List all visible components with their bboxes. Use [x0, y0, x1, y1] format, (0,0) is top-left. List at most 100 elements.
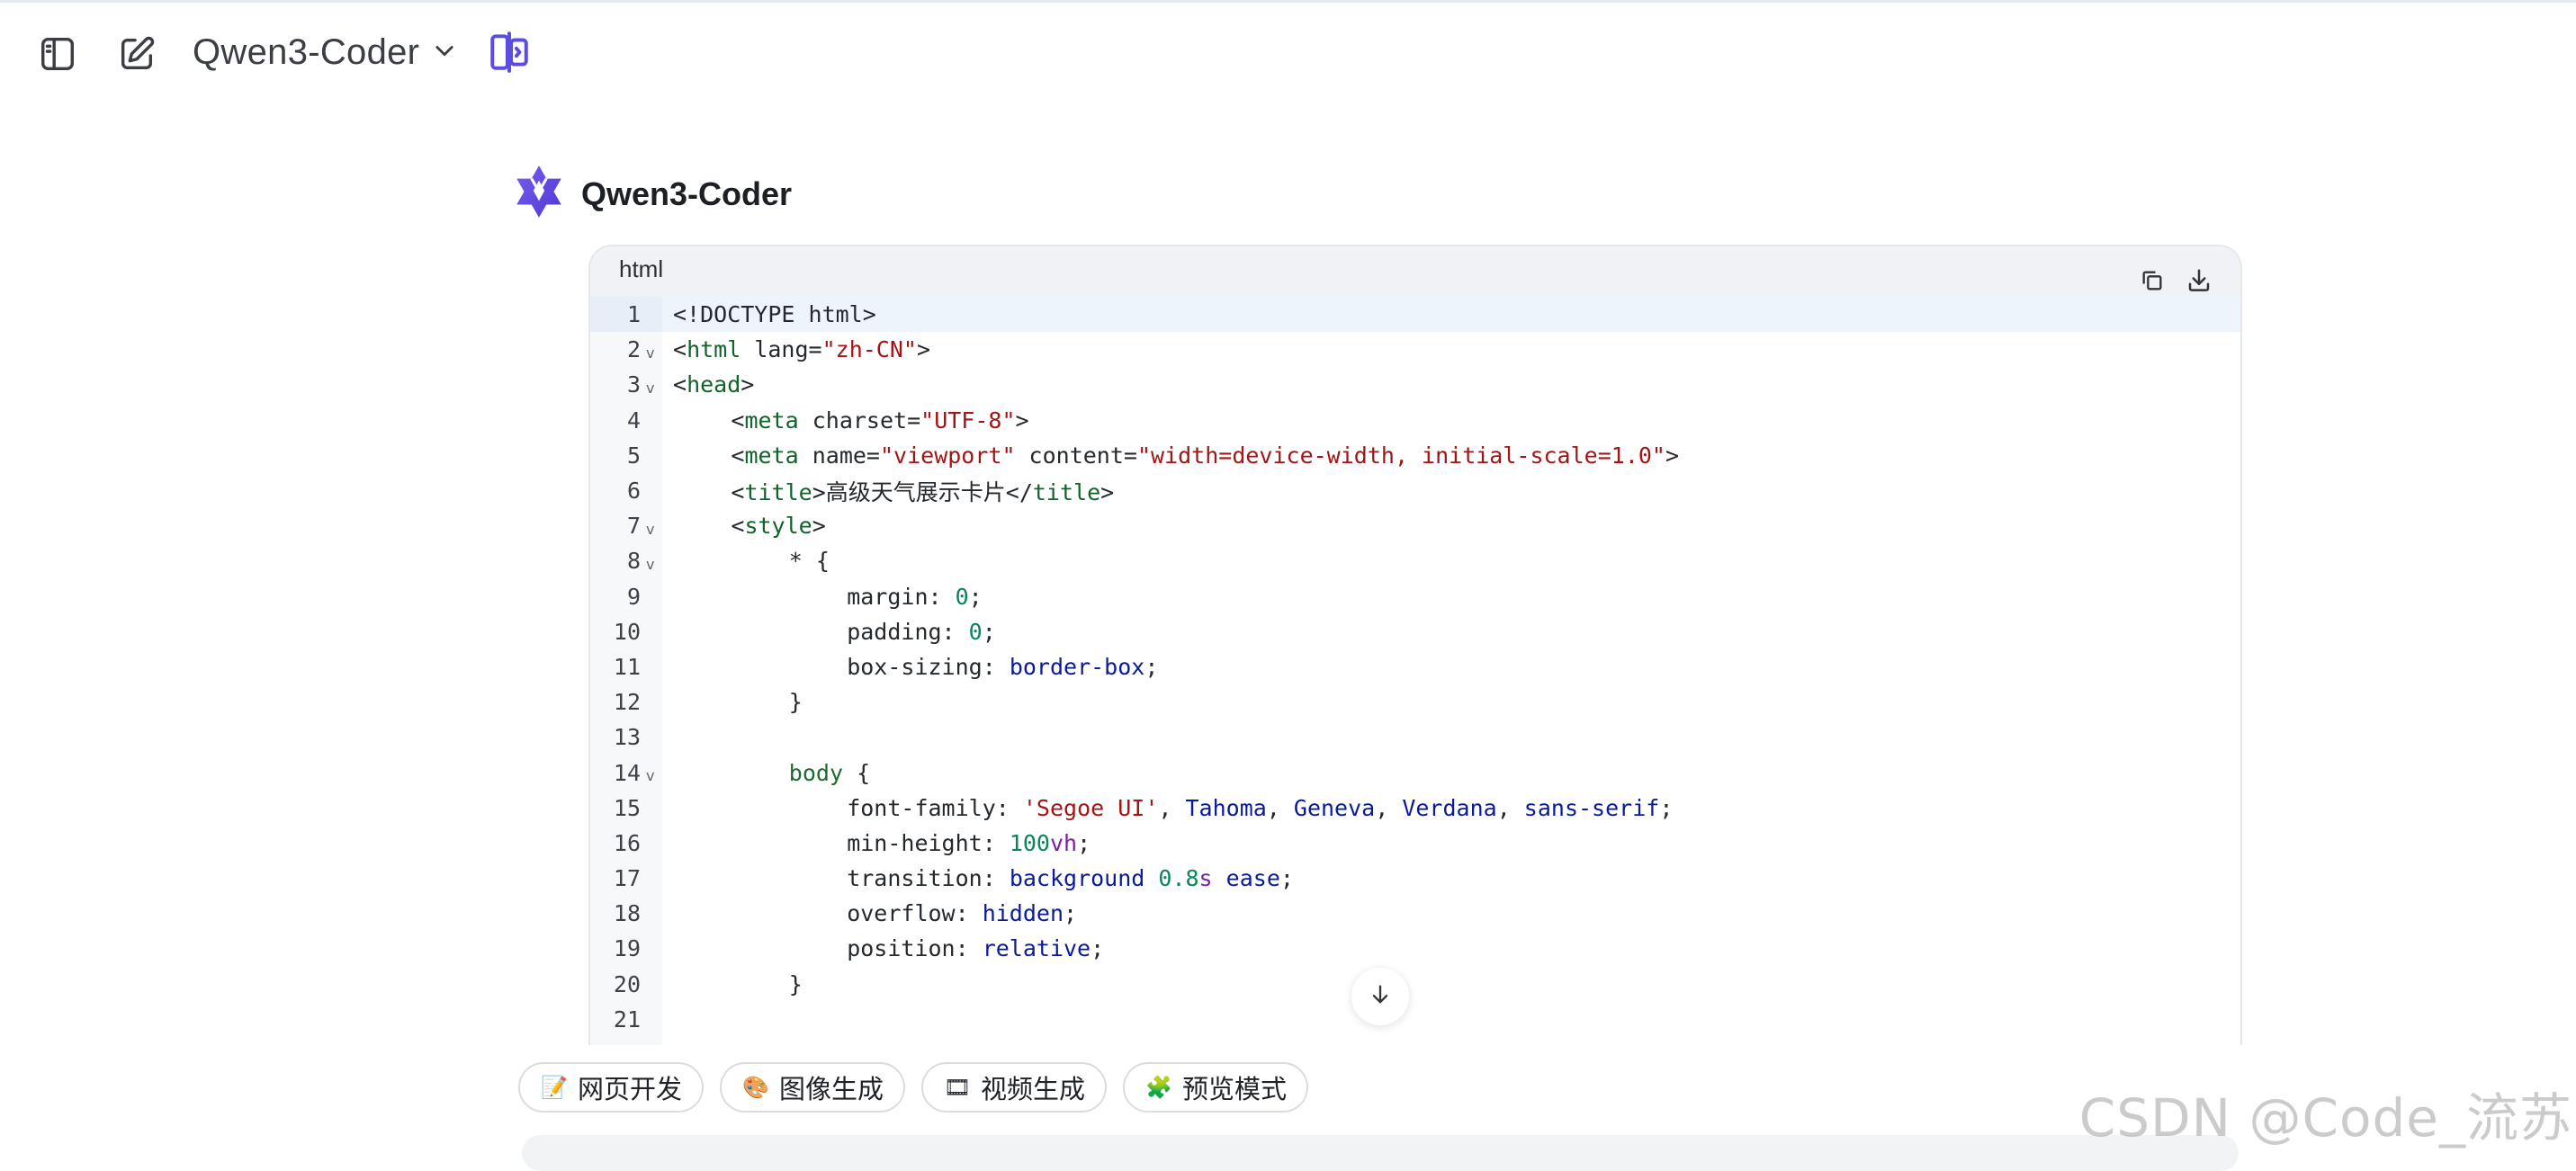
code-token: 0.8	[1158, 865, 1199, 892]
line-number: 10	[613, 618, 641, 645]
code-token: {	[843, 759, 871, 786]
code-token: meta	[744, 407, 799, 434]
code-text: box-sizing: border-box;	[673, 654, 1158, 680]
sidebar-toggle-button[interactable]	[32, 31, 83, 81]
code-token: overflow:	[847, 900, 983, 927]
model-selector[interactable]: Qwen3-Coder	[193, 29, 457, 76]
code-token: Geneva	[1293, 794, 1376, 821]
code-text: position: relative;	[673, 935, 1104, 961]
code-token: relative	[982, 935, 1091, 962]
code-token: box-sizing:	[847, 653, 1010, 680]
qwen-logo-icon	[509, 162, 569, 226]
code-token: >	[1100, 478, 1115, 505]
line-number: 7	[626, 513, 641, 540]
code-token: ,	[1375, 794, 1403, 821]
chip-image-gen[interactable]: 🎨 图像生成	[720, 1062, 906, 1113]
code-text: <meta charset="UTF-8">	[673, 407, 1029, 434]
code-token: ;	[982, 618, 996, 645]
copy-code-button[interactable]	[2134, 264, 2170, 300]
code-text: min-height: 100vh;	[673, 830, 1091, 856]
edit-icon	[116, 33, 157, 79]
line-number: 20	[613, 970, 641, 997]
code-editor[interactable]: 1 <!DOCTYPE html> 2 v <html lang="zh-CN"> 3 v <…	[590, 297, 2240, 1045]
chat-input-box[interactable]	[522, 1135, 2239, 1171]
fold-chevron-icon[interactable]: v	[646, 767, 654, 784]
code-token: ;	[1279, 865, 1294, 892]
palette-icon: 🎨	[742, 1075, 769, 1100]
code-token: meta	[744, 442, 799, 469]
code-text: }	[673, 971, 803, 997]
code-token: title	[1032, 478, 1101, 505]
copy-icon	[2140, 268, 2165, 298]
fold-chevron-icon[interactable]: v	[646, 556, 654, 573]
code-token: html	[687, 336, 741, 363]
code-line: 1 <!DOCTYPE html>	[590, 297, 2240, 332]
puzzle-icon: 🧩	[1145, 1075, 1172, 1100]
code-token: min-height:	[847, 829, 1010, 856]
compare-models-button[interactable]	[482, 27, 536, 81]
code-token: >	[812, 513, 826, 540]
new-chat-button[interactable]	[112, 31, 162, 81]
line-number: 2	[626, 336, 641, 363]
chip-video-gen[interactable]: 🎞 视频生成	[921, 1062, 1108, 1113]
code-line: 2 v <html lang="zh-CN">	[590, 332, 2240, 367]
code-token: hidden	[982, 900, 1064, 927]
chip-web-dev[interactable]: 📝 网页开发	[518, 1062, 705, 1113]
code-token: "viewport"	[879, 442, 1016, 469]
memo-icon: 📝	[541, 1075, 568, 1100]
code-line: 21	[590, 1002, 2240, 1037]
code-line: 8 v * {	[590, 543, 2240, 578]
code-token: position:	[847, 935, 983, 962]
code-line: 15 font-family: 'Segoe UI', Tahoma, Genev…	[590, 791, 2240, 826]
fold-chevron-icon[interactable]: v	[646, 344, 654, 362]
line-number: 15	[613, 794, 641, 821]
code-token: content=	[1015, 442, 1137, 469]
line-number: 18	[613, 900, 641, 927]
code-token: >	[1015, 407, 1029, 434]
fold-chevron-icon[interactable]: v	[646, 521, 654, 538]
code-token: ;	[1144, 653, 1159, 680]
chip-label: 图像生成	[779, 1076, 884, 1104]
code-line: 13	[590, 720, 2240, 755]
code-text: }	[673, 689, 803, 715]
code-language-label: html	[619, 255, 664, 282]
code-text: <html lang="zh-CN">	[673, 336, 930, 362]
code-text: <head>	[673, 371, 754, 398]
code-line: 7 v <style>	[590, 508, 2240, 543]
code-token: ,	[1158, 794, 1186, 821]
code-token: >	[1665, 442, 1680, 469]
line-number: 13	[613, 724, 641, 751]
chip-label: 视频生成	[981, 1076, 1086, 1104]
code-token: <	[731, 442, 745, 469]
code-token: ease	[1225, 865, 1280, 892]
code-text: font-family: 'Segoe UI', Tahoma, Geneva,…	[673, 795, 1673, 821]
code-line: 16 min-height: 100vh;	[590, 826, 2240, 861]
code-text: <style>	[673, 513, 826, 540]
code-token: >高级天气展示卡片</	[812, 478, 1033, 505]
code-text: padding: 0;	[673, 619, 996, 645]
scroll-to-bottom-button[interactable]	[1351, 968, 1409, 1025]
code-line: 9 margin: 0;	[590, 579, 2240, 614]
code-line: 17 transition: background 0.8s ease;	[590, 861, 2240, 896]
chip-preview-mode[interactable]: 🧩 预览模式	[1123, 1062, 1309, 1113]
line-number: 12	[613, 689, 641, 716]
code-token: body	[788, 759, 844, 786]
code-token: <	[673, 371, 687, 398]
line-number: 21	[613, 1006, 641, 1032]
code-token: margin:	[847, 583, 956, 610]
code-token: 100	[1009, 829, 1050, 856]
code-line: 19 position: relative;	[590, 931, 2240, 966]
download-code-button[interactable]	[2181, 264, 2217, 300]
code-token: <	[731, 513, 745, 540]
code-line: 11 box-sizing: border-box;	[590, 649, 2240, 684]
line-number: 8	[626, 548, 641, 575]
code-token: "width=device-width, initial-scale=1.0"	[1136, 442, 1665, 469]
fold-chevron-icon[interactable]: v	[646, 380, 654, 397]
line-number: 6	[626, 478, 641, 505]
arrow-down-icon	[1368, 982, 1393, 1012]
code-token: <	[731, 407, 745, 434]
chip-label: 预览模式	[1182, 1076, 1288, 1104]
download-icon	[2186, 267, 2212, 299]
line-number: 19	[613, 935, 641, 962]
